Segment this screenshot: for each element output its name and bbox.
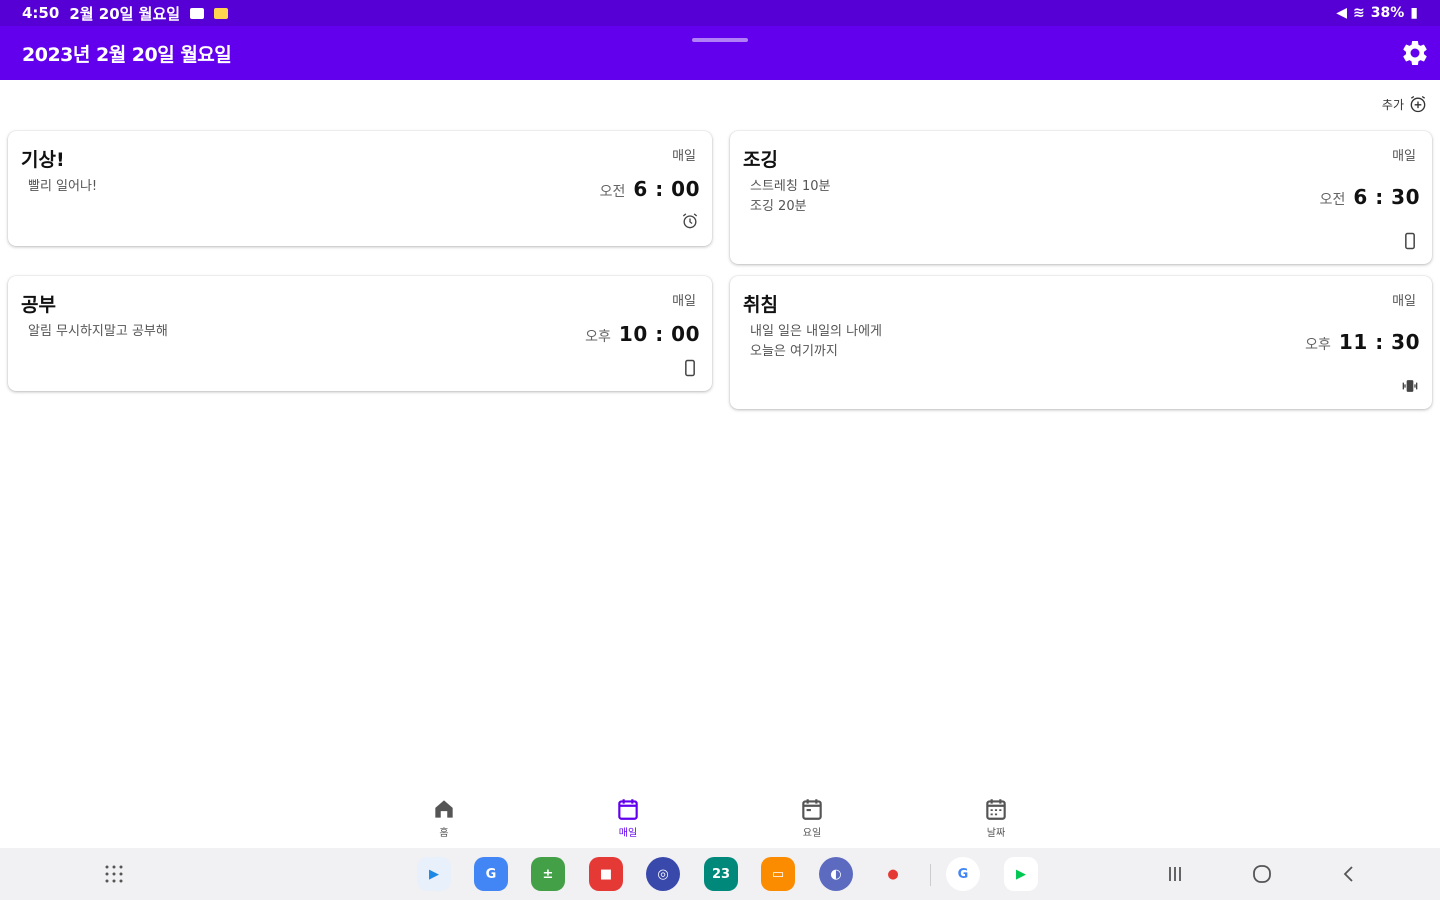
folder-icon[interactable]: ▭: [761, 857, 795, 891]
battery-icon: ▮: [1410, 5, 1418, 21]
home-button[interactable]: [1249, 861, 1275, 887]
wifi-icon: ≋: [1353, 5, 1365, 21]
calendar-date-icon: [986, 799, 1006, 820]
alarm-description: 스트레칭 10분 조깅 20분: [750, 179, 831, 214]
status-time: 4:50: [22, 4, 60, 22]
internet-icon[interactable]: ◐: [819, 857, 853, 891]
nav-label: 날짜: [986, 828, 1006, 839]
alarm-description: 빨리 일어나!: [28, 179, 98, 194]
mute-icon: ◀: [1336, 5, 1348, 21]
alarm-card[interactable]: 기상! 빨리 일어나! 매일 오전 6 : 00: [8, 131, 712, 246]
alarm-time-value: 11 : 30: [1338, 330, 1420, 354]
home-icon: [435, 800, 453, 818]
nav-item-daily[interactable]: 매일: [536, 790, 720, 846]
nav-item-weekday[interactable]: 요일: [720, 790, 904, 846]
nav-label: 매일: [618, 828, 638, 839]
status-date: 2월 20일 월요일: [69, 4, 181, 23]
phone-icon: [1405, 232, 1415, 250]
alarm-card[interactable]: 조깅 스트레칭 10분 조깅 20분 매일 오전 6 : 30: [730, 131, 1432, 264]
alarm-card[interactable]: 공부 알림 무시하지말고 공부해 매일 오후 10 : 00: [8, 276, 712, 391]
alarm-description: 알림 무시하지말고 공부해: [28, 324, 168, 339]
alarm-time: 오후 10 : 00: [585, 322, 700, 346]
folder-notification-icon: [214, 7, 229, 19]
back-button[interactable]: [1336, 861, 1362, 887]
add-alarm-button[interactable]: 추가: [1382, 94, 1428, 114]
nav-item-home[interactable]: 홈: [352, 790, 536, 846]
alarm-ampm: 오후: [1305, 337, 1331, 353]
alarm-title: 기상!: [21, 149, 65, 171]
alarm-card[interactable]: 취침 내일 일은 내일의 나에게 오늘은 여기까지 매일 오후 11 : 30: [730, 276, 1432, 409]
apps-grid-icon[interactable]: [103, 863, 125, 885]
add-alarm-icon: [1410, 95, 1426, 113]
nav-label: 요일: [802, 828, 822, 839]
taskbar: ▶ G ± ■ ◎ 23 ▭ ◐ ● G ▶: [0, 848, 1440, 900]
vibrate-icon: [1402, 380, 1418, 392]
calculator-icon[interactable]: ±: [531, 857, 565, 891]
bixby-icon[interactable]: ●: [876, 857, 910, 891]
gear-icon[interactable]: [1400, 38, 1430, 68]
play-movies-icon[interactable]: ▶: [417, 857, 451, 891]
alarm-time-value: 10 : 00: [618, 322, 700, 346]
calendar-app-icon[interactable]: 23: [704, 857, 738, 891]
phone-icon: [685, 359, 695, 377]
drag-handle[interactable]: [692, 38, 748, 42]
alarm-time-value: 6 : 30: [1353, 185, 1420, 209]
nav-label: 홈: [439, 828, 449, 839]
alarm-time: 오전 6 : 00: [600, 177, 700, 201]
google-icon[interactable]: G: [946, 857, 980, 891]
status-bar: 4:50 2월 20일 월요일 ◀ ≋ 38% ▮: [0, 0, 1440, 26]
alarm-repeat: 매일: [672, 149, 696, 164]
taskbar-divider: [930, 864, 931, 886]
back-icon: [1343, 866, 1353, 882]
alarm-repeat: 매일: [672, 294, 696, 309]
alarm-title: 취침: [743, 294, 778, 316]
battery-percent: 38%: [1370, 5, 1405, 21]
alarm-time: 오전 6 : 30: [1320, 185, 1420, 209]
page-title: 2023년 2월 20일 월요일: [22, 43, 232, 66]
compass-icon[interactable]: ◎: [646, 857, 680, 891]
alarm-ampm: 오전: [1319, 192, 1346, 208]
app-bar: 2023년 2월 20일 월요일: [0, 26, 1440, 80]
alarm-ampm: 오후: [585, 329, 611, 345]
home-circle-icon: [1253, 865, 1271, 883]
alarm-title: 공부: [21, 294, 56, 316]
notes-icon[interactable]: ■: [589, 857, 623, 891]
add-label: 추가: [1381, 97, 1404, 112]
alarm-ampm: 오전: [599, 184, 626, 200]
calendar-week-icon: [802, 799, 822, 820]
calendar-icon: [618, 799, 638, 820]
translate-icon[interactable]: G: [474, 857, 508, 891]
alarm-clock-icon: [682, 213, 698, 229]
play-store-icon[interactable]: ▶: [1004, 857, 1038, 891]
nav-item-date[interactable]: 날짜: [904, 790, 1088, 846]
alarm-title: 조깅: [743, 149, 778, 171]
alarm-time-value: 6 : 00: [633, 177, 700, 201]
alarm-repeat: 매일: [1392, 294, 1416, 309]
gallery-notification-icon: [190, 7, 205, 19]
recents-icon: [1169, 867, 1181, 881]
recents-button[interactable]: [1162, 861, 1188, 887]
alarm-repeat: 매일: [1392, 149, 1416, 164]
alarm-time: 오후 11 : 30: [1305, 330, 1420, 354]
bottom-navigation: 홈 매일 요일 날짜: [0, 790, 1440, 846]
alarm-description: 내일 일은 내일의 나에게 오늘은 여기까지: [750, 324, 882, 359]
